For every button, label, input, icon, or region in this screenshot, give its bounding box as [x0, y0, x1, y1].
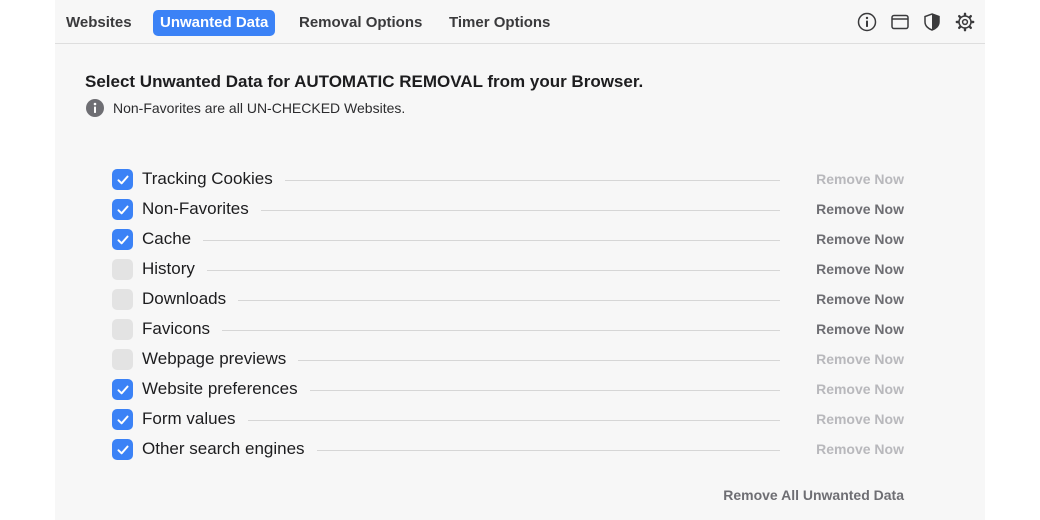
- remove-now-button[interactable]: Remove Now: [816, 261, 904, 277]
- checkmark-icon: [117, 175, 128, 184]
- item-label: Cache: [142, 229, 204, 249]
- window-icon[interactable]: [890, 12, 910, 32]
- leader-line: [152, 240, 780, 241]
- remove-now-button[interactable]: Remove Now: [816, 351, 904, 367]
- remove-now-button[interactable]: Remove Now: [816, 381, 904, 397]
- row-history: History Remove Now: [112, 258, 904, 282]
- info-icon: [86, 99, 104, 117]
- row-favicons: Favicons Remove Now: [112, 318, 904, 342]
- checkbox-other-search-engines[interactable]: [112, 439, 133, 460]
- page-title: Select Unwanted Data for AUTOMATIC REMOV…: [85, 72, 644, 91]
- item-label: Non-Favorites: [142, 199, 261, 219]
- remove-now-button[interactable]: Remove Now: [816, 231, 904, 247]
- tab-unwanted-data[interactable]: Unwanted Data: [153, 10, 276, 36]
- info-icon[interactable]: [857, 12, 877, 32]
- remove-now-button[interactable]: Remove Now: [816, 171, 904, 187]
- checkbox-website-preferences[interactable]: [112, 379, 133, 400]
- item-label: Website preferences: [142, 379, 310, 399]
- left-margin: [0, 0, 55, 520]
- checkbox-form-values[interactable]: [112, 409, 133, 430]
- tab-bar: Websites Unwanted Data Removal Options T…: [55, 0, 985, 44]
- checkmark-icon: [117, 205, 128, 214]
- item-label: Other search engines: [142, 439, 317, 459]
- checkbox-non-favorites[interactable]: [112, 199, 133, 220]
- info-note: Non-Favorites are all UN-CHECKED Website…: [113, 100, 406, 116]
- remove-all-button[interactable]: Remove All Unwanted Data: [723, 487, 904, 503]
- checkmark-icon: [117, 385, 128, 394]
- checkbox-tracking-cookies[interactable]: [112, 169, 133, 190]
- checkmark-icon: [117, 415, 128, 424]
- shield-icon[interactable]: [922, 12, 942, 32]
- checkmark-icon: [117, 235, 128, 244]
- tab-timer-options[interactable]: Timer Options: [442, 10, 557, 36]
- remove-now-button[interactable]: Remove Now: [816, 411, 904, 427]
- row-non-favorites: Non-Favorites Remove Now: [112, 198, 904, 222]
- preferences-panel: Websites Unwanted Data Removal Options T…: [55, 0, 985, 520]
- checkbox-favicons[interactable]: [112, 319, 133, 340]
- checkbox-webpage-previews[interactable]: [112, 349, 133, 370]
- item-label: History: [142, 259, 207, 279]
- checkbox-history[interactable]: [112, 259, 133, 280]
- row-form-values: Form values Remove Now: [112, 408, 904, 432]
- remove-now-button[interactable]: Remove Now: [816, 321, 904, 337]
- leader-line: [152, 270, 780, 271]
- leader-line: [152, 300, 780, 301]
- item-label: Downloads: [142, 289, 239, 309]
- row-downloads: Downloads Remove Now: [112, 288, 904, 312]
- row-webpage-previews: Webpage previews Remove Now: [112, 348, 904, 372]
- tab-removal-options[interactable]: Removal Options: [292, 10, 429, 36]
- remove-now-button[interactable]: Remove Now: [816, 441, 904, 457]
- remove-now-button[interactable]: Remove Now: [816, 291, 904, 307]
- row-other-search-engines: Other search engines Remove Now: [112, 438, 904, 462]
- item-label: Form values: [142, 409, 248, 429]
- item-label: Favicons: [142, 319, 223, 339]
- row-tracking-cookies: Tracking Cookies Remove Now: [112, 168, 904, 192]
- tab-websites[interactable]: Websites: [59, 10, 139, 36]
- checkbox-downloads[interactable]: [112, 289, 133, 310]
- gear-icon[interactable]: [955, 12, 975, 32]
- row-website-preferences: Website preferences Remove Now: [112, 378, 904, 402]
- checkbox-cache[interactable]: [112, 229, 133, 250]
- item-label: Tracking Cookies: [142, 169, 285, 189]
- remove-now-button[interactable]: Remove Now: [816, 201, 904, 217]
- leader-line: [152, 330, 780, 331]
- checkmark-icon: [117, 445, 128, 454]
- row-cache: Cache Remove Now: [112, 228, 904, 252]
- item-label: Webpage previews: [142, 349, 299, 369]
